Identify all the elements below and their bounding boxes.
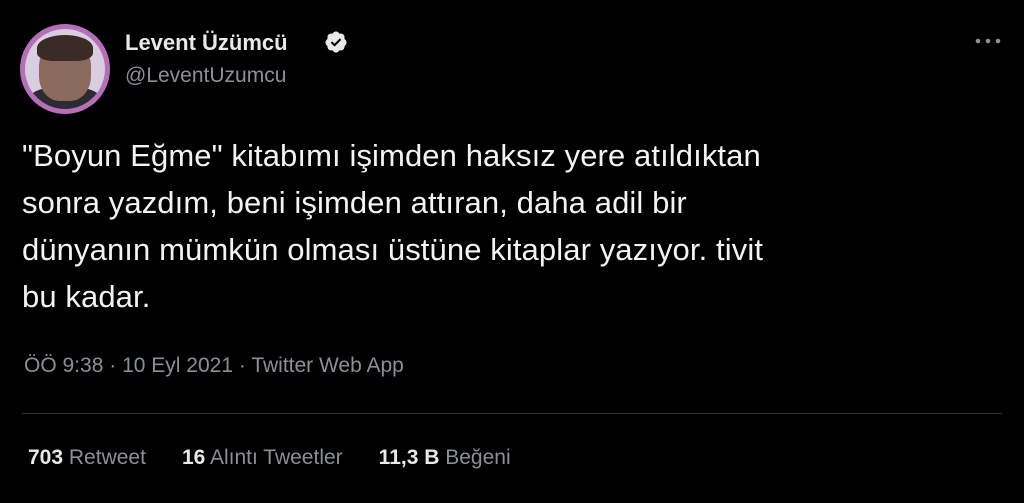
tweet-time[interactable]: ÖÖ 9:38 [24, 354, 103, 377]
avatar[interactable] [20, 24, 110, 114]
retweets-label: Retweet [68, 446, 146, 469]
divider [22, 413, 1002, 414]
retweets-stat[interactable]: 703 Retweet [28, 446, 146, 470]
tweet-text: "Boyun Eğme" kitabımı işimden haksız yer… [22, 138, 764, 314]
tweet-meta: ÖÖ 9:38 · 10 Eyl 2021 · Twitter Web App [24, 354, 404, 378]
author-display-name[interactable]: Levent Üzümcü [125, 30, 288, 56]
likes-count: 11,3 B [378, 446, 440, 469]
verified-badge-icon [325, 31, 347, 53]
meta-separator: · [238, 354, 246, 377]
retweets-count: 703 [28, 446, 64, 469]
quotes-label: Alıntı Tweetler [209, 446, 343, 469]
tweet-date[interactable]: 10 Eyl 2021 [122, 354, 233, 377]
quotes-stat[interactable]: 16 Alıntı Tweetler [182, 446, 343, 470]
tweet-source[interactable]: Twitter Web App [251, 354, 404, 377]
avatar-photo [25, 29, 105, 109]
meta-separator: · [109, 354, 117, 377]
tweet-stats: 703 Retweet 16 Alıntı Tweetler 11,3 B Be… [28, 446, 511, 470]
quotes-count: 16 [181, 446, 206, 469]
likes-label: Beğeni [445, 446, 511, 469]
author-handle[interactable]: @LeventUzumcu [125, 64, 286, 88]
tweet-card: Levent Üzümcü @LeventUzumcu "Boyun Eğme"… [0, 0, 1024, 503]
more-icon[interactable] [968, 26, 1008, 56]
likes-stat[interactable]: 11,3 B Beğeni [379, 446, 511, 470]
